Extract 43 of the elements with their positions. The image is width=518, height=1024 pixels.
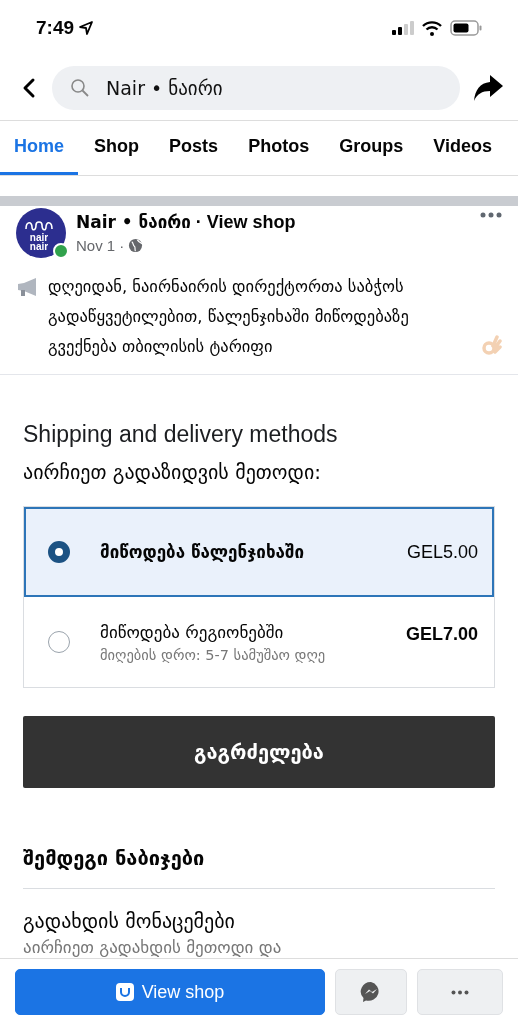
messenger-button[interactable] — [335, 969, 407, 1015]
step-title: გადახდის მონაცემები — [23, 909, 236, 933]
continue-button[interactable]: გაგრძელება — [23, 716, 495, 788]
shipping-option[interactable]: მიწოდება წალენჯიხაში GEL5.00 — [24, 507, 494, 597]
page-name[interactable]: Nair • ნაირი — [76, 212, 191, 233]
radio-button[interactable] — [48, 541, 70, 563]
tab[interactable]: Shop — [80, 121, 154, 175]
ok-hand-icon — [480, 334, 502, 358]
option-note: მიღების დრო: 5-7 სამუშაო დღე — [100, 646, 327, 663]
tab[interactable]: Videos — [419, 121, 506, 175]
tab[interactable]: Home — [0, 121, 78, 175]
messenger-icon — [360, 981, 382, 1003]
section-subtitle: აირჩიეთ გადაზიდვის მეთოდი: — [23, 460, 322, 484]
location-arrow-icon — [78, 20, 95, 36]
page-avatar[interactable]: nair nair — [16, 208, 66, 258]
option-price: GEL5.00 — [406, 542, 478, 563]
option-price: GEL7.00 — [405, 624, 478, 645]
search-icon — [70, 78, 90, 98]
tab[interactable]: Photos — [234, 121, 324, 175]
separator-dot: · — [195, 212, 202, 233]
radio-button[interactable] — [48, 631, 70, 653]
section-title: შემდეგი ნაბიჯები — [23, 846, 495, 889]
share-icon[interactable] — [472, 73, 504, 103]
battery-icon — [450, 20, 482, 36]
search-field[interactable]: Nair • ნაირი — [52, 66, 460, 110]
view-shop-button[interactable]: View shop — [15, 969, 325, 1015]
option-name: მიწოდება წალენჯიხაში — [100, 542, 305, 562]
section-title: Shipping and delivery methods — [23, 421, 339, 448]
signal-icon — [392, 21, 414, 35]
tab[interactable]: Groups — [325, 121, 418, 175]
globe-icon — [128, 238, 144, 253]
step-subtitle: აირჩიეთ გადახდის მეთოდი და — [23, 937, 283, 957]
shipping-option[interactable]: მიწოდება რეგიონებში მიღების დრო: 5-7 სამუშაო დღე GEL7.00 — [24, 597, 494, 687]
view-shop-link[interactable]: View shop — [206, 212, 296, 233]
tab[interactable]: Posts — [155, 121, 233, 175]
option-name: მიწოდება რეგიონებში — [100, 621, 285, 642]
post-text: დღეიდან, ნაირნაირის დირექტორთა საბჭოს გადაწყვეტილებით, წალენჯიხაში მიწოდებაზე გვექნება თბილისის ტარიფი — [48, 276, 410, 358]
more-icon — [451, 989, 469, 995]
post-date: Nov 1 · — [76, 237, 125, 254]
shop-bag-icon — [115, 983, 134, 1001]
wifi-icon — [422, 20, 442, 36]
clock-time: 7:49 — [36, 17, 75, 39]
more-icon[interactable] — [480, 212, 502, 218]
